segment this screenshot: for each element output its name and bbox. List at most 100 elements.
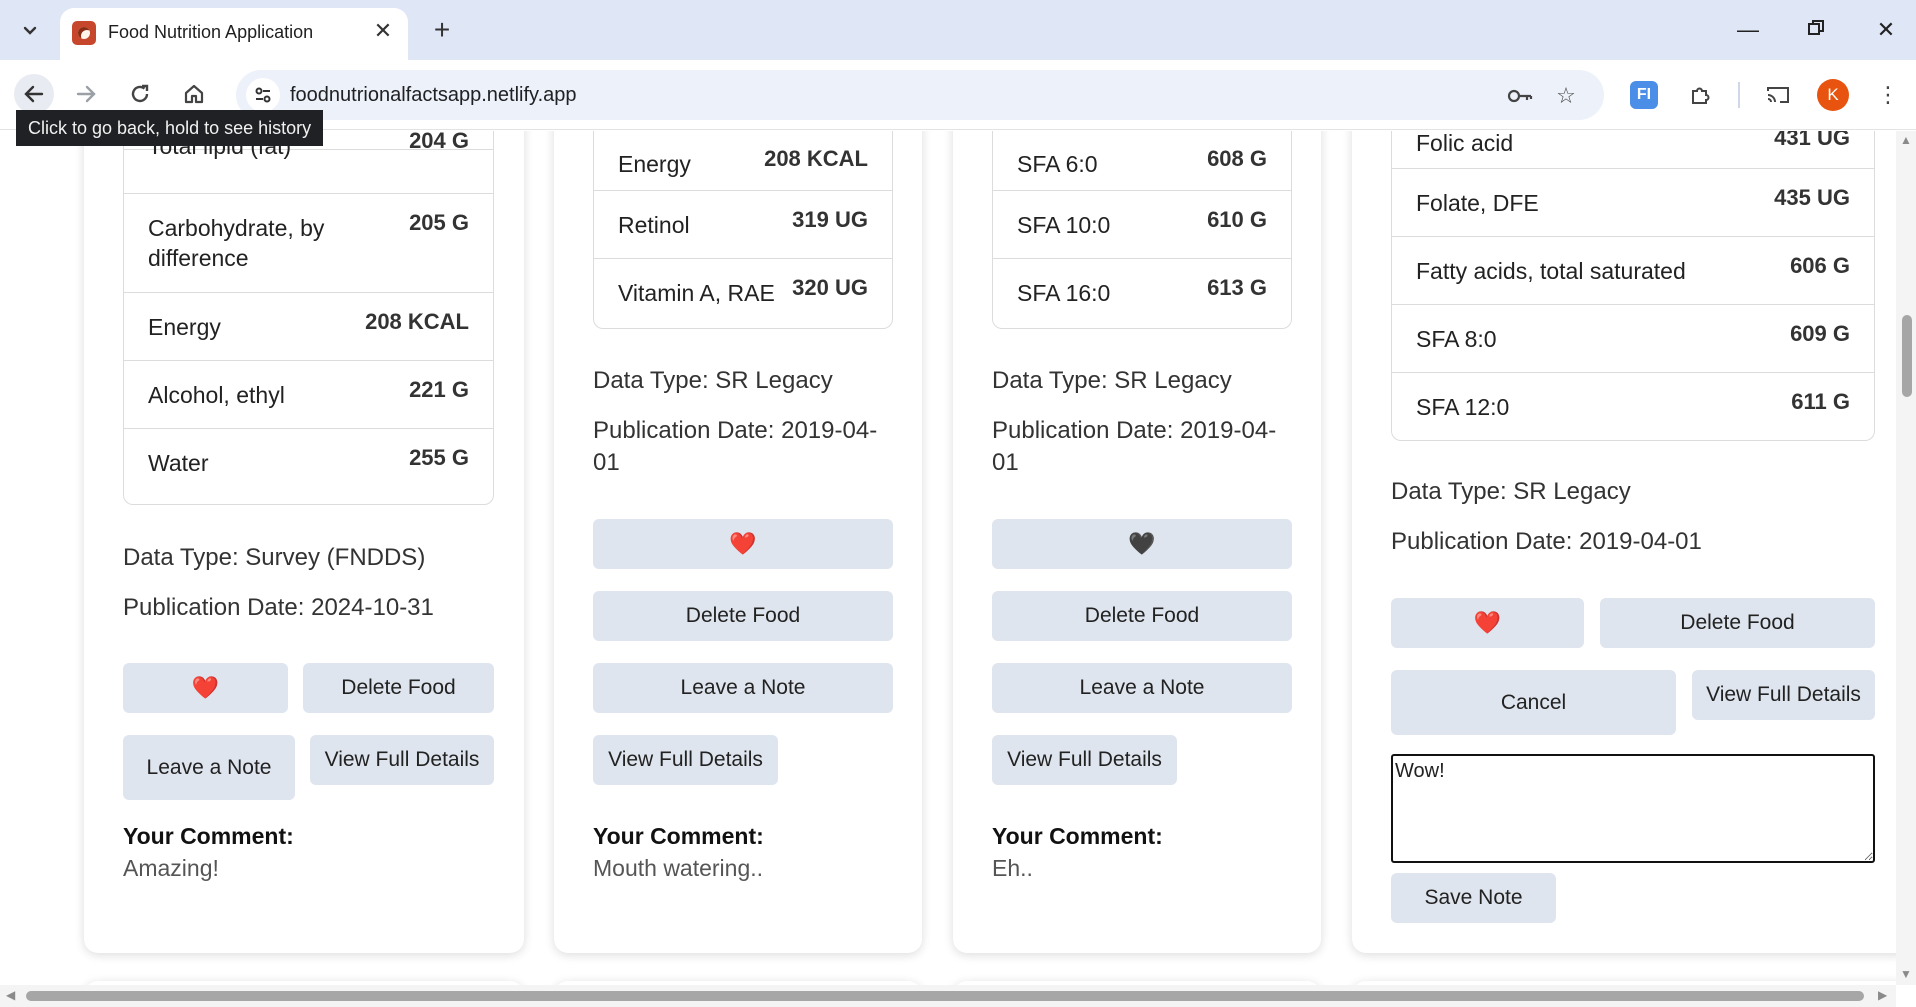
view-details-button[interactable]: View Full Details: [310, 735, 494, 785]
delete-food-button[interactable]: Delete Food: [1600, 598, 1875, 648]
scroll-right-icon[interactable]: ▶: [1878, 988, 1887, 1002]
publication-date: Publication Date: 2019-04-01: [1391, 528, 1702, 555]
password-key-icon[interactable]: [1506, 82, 1534, 110]
comment-label: Your Comment:: [593, 823, 764, 849]
nutrient-name: Energy: [618, 151, 691, 177]
nutrient-value: 320 UG: [792, 275, 868, 300]
comment-label: Your Comment:: [992, 823, 1163, 849]
favorite-button[interactable]: ❤️: [123, 663, 288, 713]
horizontal-scrollbar[interactable]: ◀ ▶: [0, 985, 1896, 1007]
heart-icon: 🖤: [1128, 531, 1156, 556]
nutrient-value: 435 UG: [1774, 185, 1850, 210]
leave-note-button[interactable]: Leave a Note: [992, 663, 1292, 713]
minimize-button[interactable]: —: [1720, 10, 1776, 50]
favorite-button[interactable]: 🖤: [992, 519, 1292, 569]
heart-icon: ❤️: [1473, 610, 1502, 635]
nutrient-row: Retinol 319 UG: [594, 191, 892, 259]
nutrient-row: Fatty acids, total saturated 606 G: [1392, 237, 1874, 305]
view-details-button[interactable]: View Full Details: [593, 735, 778, 785]
nutrient-row: Vitamin A, RAE 320 UG: [594, 259, 892, 327]
browser-menu-icon[interactable]: ⋮: [1870, 77, 1906, 113]
tab-title: Food Nutrition Application: [108, 22, 314, 42]
scroll-up-icon[interactable]: ▲: [1900, 133, 1912, 147]
nutrient-row: Folate, DFE 435 UG: [1392, 169, 1874, 237]
comment-label: Your Comment:: [123, 823, 294, 849]
nutrient-row: SFA 6:0 608 G: [993, 131, 1291, 191]
favicon-icon: [72, 21, 96, 45]
profile-avatar[interactable]: K: [1817, 79, 1849, 111]
vertical-scroll-thumb[interactable]: [1902, 315, 1912, 397]
back-arrow-icon: [24, 85, 44, 103]
view-details-button[interactable]: View Full Details: [992, 735, 1177, 785]
forward-arrow-icon: [76, 85, 96, 103]
scroll-down-icon[interactable]: ▼: [1900, 967, 1912, 981]
nutrient-table: SFA 6:0 608 G SFA 10:0 610 G SFA 16:0 61…: [992, 131, 1292, 329]
restore-button[interactable]: [1788, 10, 1844, 50]
favorite-button[interactable]: ❤️: [1391, 598, 1584, 648]
nutrient-name: Energy: [148, 314, 221, 340]
favorite-button[interactable]: ❤️: [593, 519, 893, 569]
browser-tab[interactable]: Food Nutrition Application ✕: [60, 8, 408, 60]
nutrient-value: 319 UG: [792, 207, 868, 232]
extension-fi-icon[interactable]: FI: [1630, 81, 1658, 109]
note-textarea[interactable]: [1391, 754, 1875, 863]
nutrient-value: 431 UG: [1774, 131, 1850, 150]
nutrient-row: SFA 10:0 610 G: [993, 191, 1291, 259]
delete-food-button[interactable]: Delete Food: [593, 591, 893, 641]
leave-note-button[interactable]: Leave a Note: [123, 735, 295, 800]
nutrient-name: Fatty acids, total saturated: [1416, 258, 1686, 284]
bookmark-star-icon[interactable]: ☆: [1552, 82, 1580, 110]
home-button[interactable]: [174, 74, 214, 114]
publication-date: Publication Date: 2019-04-01: [992, 417, 1277, 476]
nutrient-value: 608 G: [1207, 146, 1267, 171]
cancel-button[interactable]: Cancel: [1391, 670, 1676, 735]
nutrient-table: Energy 208 KCAL Retinol 319 UG Vitamin A…: [593, 131, 893, 329]
nutrient-name: SFA 10:0: [1017, 212, 1111, 238]
data-type: Data Type: SR Legacy: [992, 367, 1232, 394]
delete-food-button[interactable]: Delete Food: [303, 663, 494, 713]
nutrient-value: 613 G: [1207, 275, 1267, 300]
reload-icon: [131, 84, 149, 103]
nutrient-row: Water 255 G: [124, 429, 493, 497]
nutrient-value: 208 KCAL: [764, 146, 868, 171]
nutrient-row: SFA 8:0 609 G: [1392, 305, 1874, 373]
address-bar[interactable]: foodnutrionalfactsapp.netlify.app ☆: [236, 70, 1604, 120]
nutrient-row: Alcohol, ethyl 221 G: [124, 361, 493, 429]
nutrient-table: Total lipid (fat) 204 G Carbohydrate, by…: [123, 131, 494, 505]
vertical-scrollbar[interactable]: ▲ ▼: [1896, 131, 1916, 985]
horizontal-scroll-thumb[interactable]: [26, 991, 1864, 1001]
scroll-left-icon[interactable]: ◀: [6, 988, 15, 1002]
toolbar-divider: [1738, 82, 1740, 108]
forward-button[interactable]: [66, 74, 106, 114]
url-text[interactable]: foodnutrionalfactsapp.netlify.app: [290, 84, 577, 107]
tab-strip: Food Nutrition Application ✕ + — ✕: [0, 0, 1916, 60]
cast-icon[interactable]: [1760, 77, 1796, 113]
nutrient-name: Retinol: [618, 212, 690, 238]
data-type: Data Type: Survey (FNDDS): [123, 544, 426, 571]
comment-text: Mouth watering..: [593, 855, 764, 881]
nutrient-row: SFA 12:0 611 G: [1392, 373, 1874, 440]
delete-food-button[interactable]: Delete Food: [992, 591, 1292, 641]
extensions-puzzle-icon[interactable]: [1682, 77, 1718, 113]
close-window-button[interactable]: ✕: [1858, 10, 1914, 50]
heart-icon: ❤️: [729, 531, 757, 556]
view-details-button[interactable]: View Full Details: [1692, 670, 1875, 720]
site-info-icon[interactable]: [246, 78, 280, 112]
save-note-button[interactable]: Save Note: [1391, 873, 1556, 923]
back-tooltip: Click to go back, hold to see history: [16, 110, 324, 146]
nutrient-value: 609 G: [1790, 321, 1850, 346]
publication-date: Publication Date: 2019-04-01: [593, 417, 878, 476]
publication-date: Publication Date: 2024-10-31: [123, 594, 434, 621]
reload-button[interactable]: [120, 74, 160, 114]
tab-search-chevron-icon[interactable]: [12, 12, 48, 48]
nutrient-row: SFA 16:0 613 G: [993, 259, 1291, 327]
close-tab-icon[interactable]: ✕: [370, 18, 396, 44]
heart-icon: ❤️: [191, 675, 220, 700]
back-button[interactable]: [14, 74, 54, 114]
new-tab-button[interactable]: +: [424, 12, 460, 48]
nutrient-value: 611 G: [1791, 389, 1850, 414]
nutrient-name: SFA 8:0: [1416, 326, 1497, 352]
nutrient-name: Water: [148, 450, 209, 476]
leave-note-button[interactable]: Leave a Note: [593, 663, 893, 713]
nutrient-name: SFA 6:0: [1017, 151, 1098, 177]
